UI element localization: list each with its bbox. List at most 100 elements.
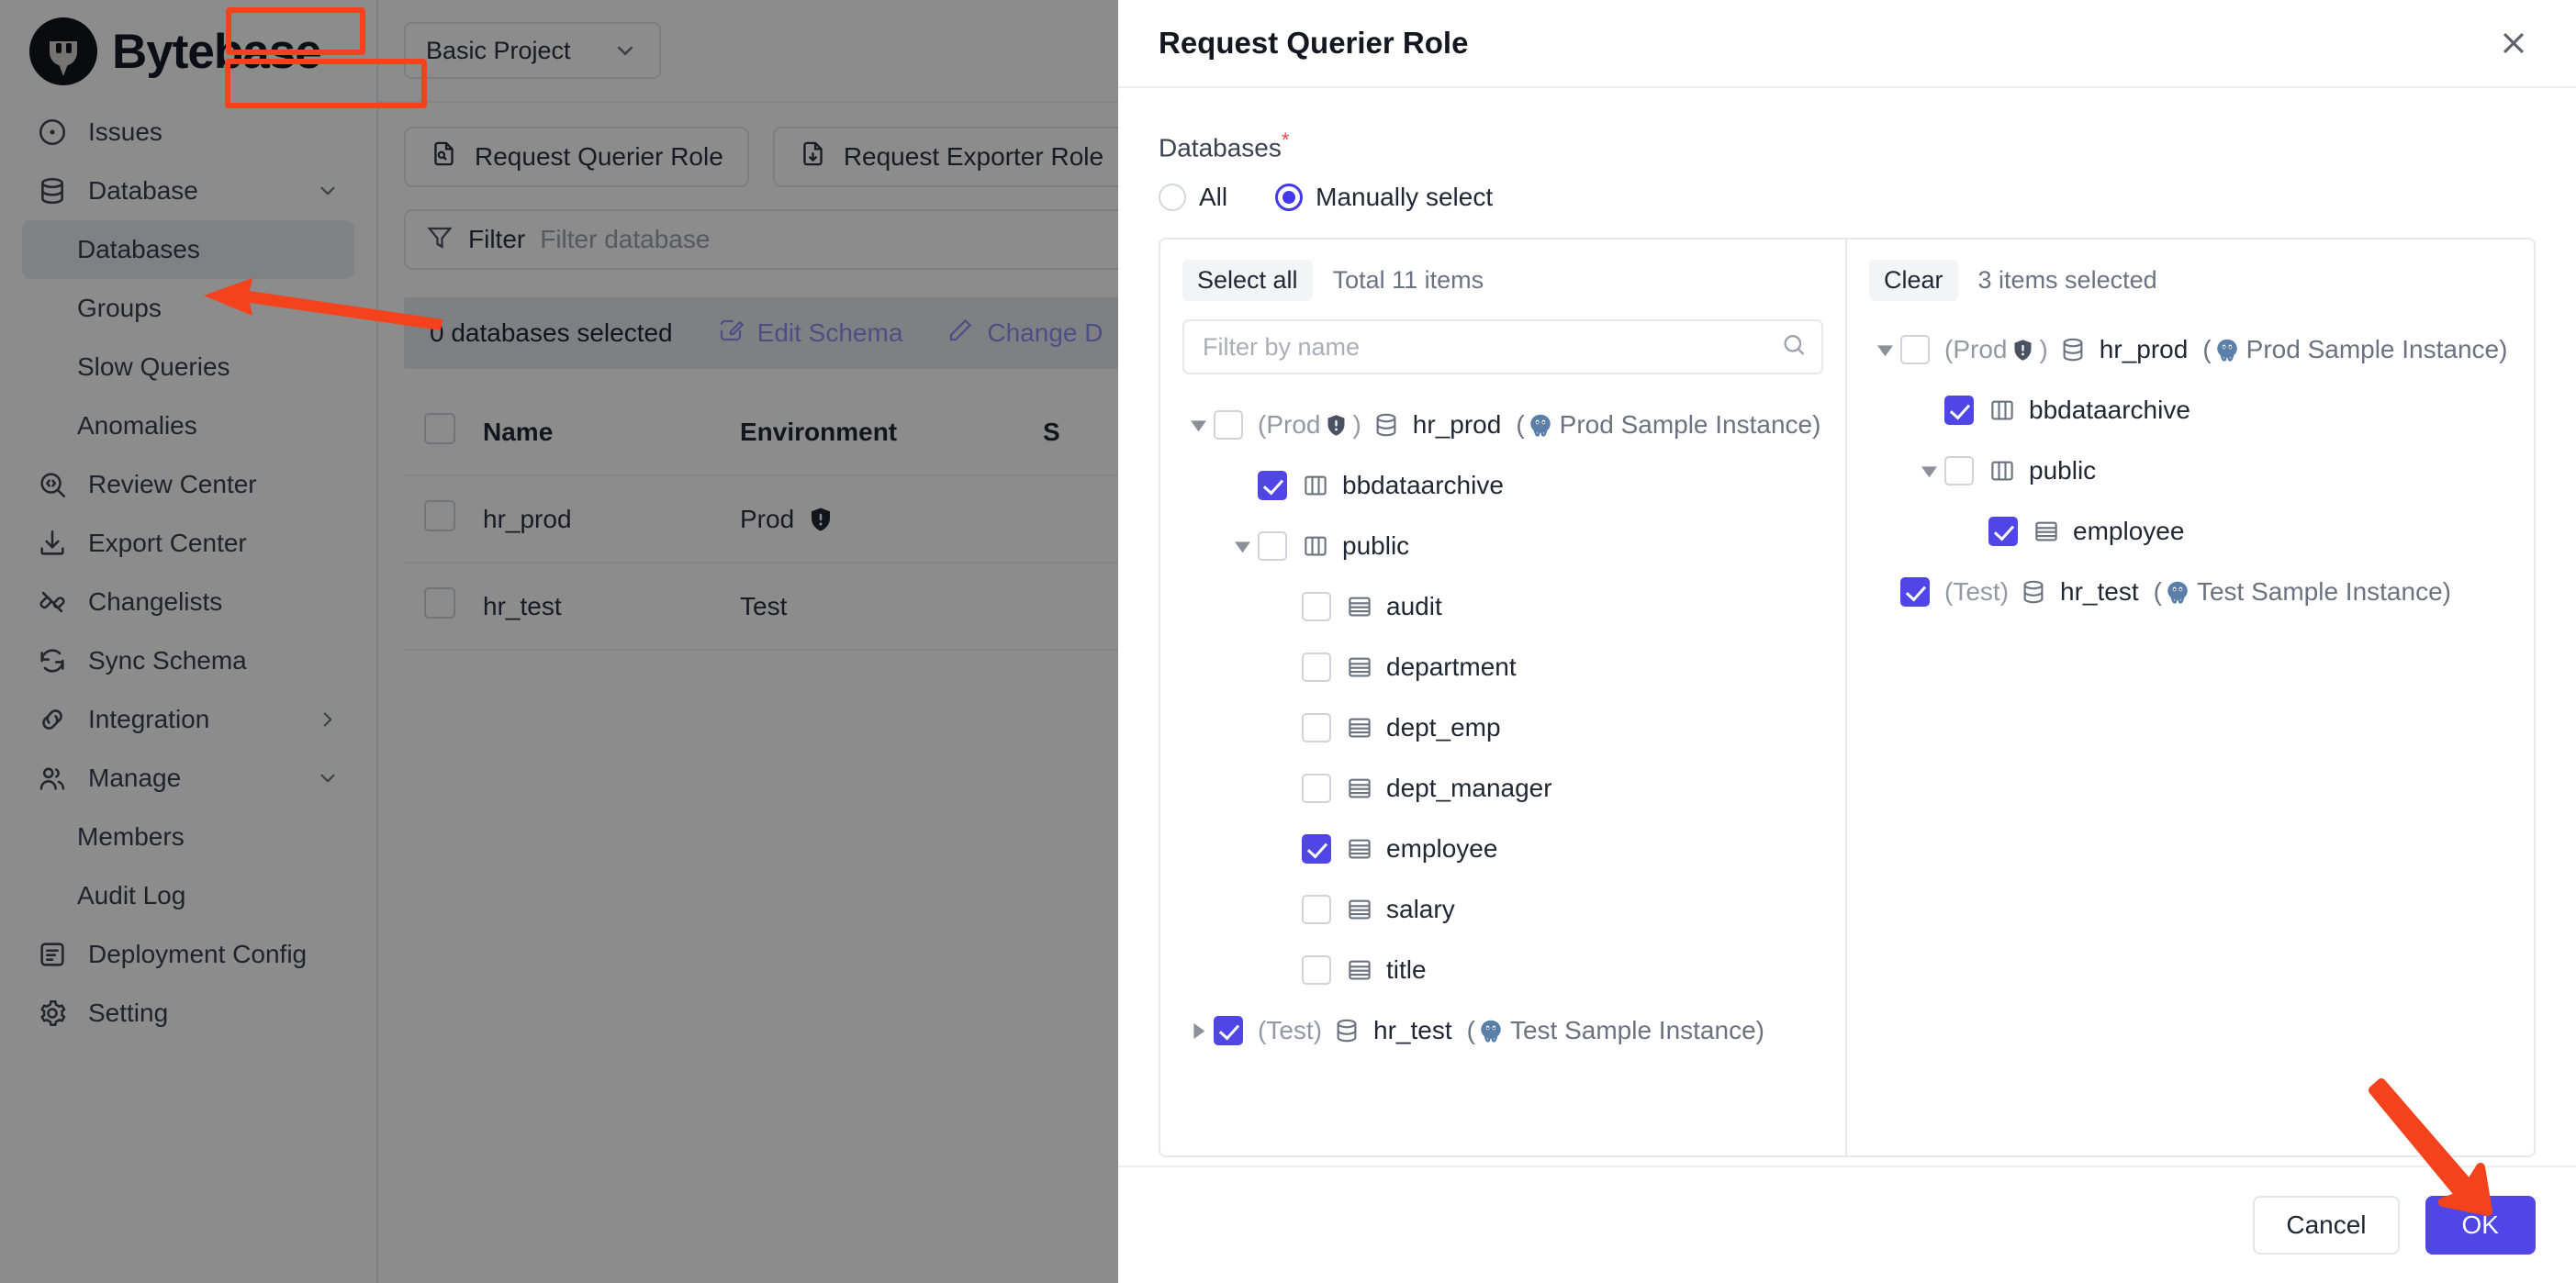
tree-node-checkbox[interactable] xyxy=(1302,895,1331,925)
tree-node-environment: (Prod) xyxy=(1944,335,2048,364)
tree-node[interactable]: (Test) hr_test (Test Sample Instance) xyxy=(1182,1000,1823,1061)
chevron-right-icon[interactable] xyxy=(1182,1022,1214,1039)
tree-node[interactable]: title xyxy=(1182,940,1823,1000)
ok-button[interactable]: OK xyxy=(2425,1196,2536,1255)
tree-node-checkbox[interactable] xyxy=(1258,531,1287,562)
chevron-down-icon[interactable] xyxy=(1226,539,1258,554)
tree-node[interactable]: bbdataarchive xyxy=(1869,380,2512,441)
postgres-icon xyxy=(2164,578,2191,606)
chevron-down-icon[interactable] xyxy=(1869,342,1900,358)
tree-node-label: audit xyxy=(1386,592,1442,621)
tree-node[interactable]: dept_manager xyxy=(1182,758,1823,819)
radio-all-indicator xyxy=(1159,184,1186,212)
databases-field-label: Databases* xyxy=(1159,128,2536,162)
radio-all[interactable]: All xyxy=(1159,183,1227,212)
tree-node[interactable]: bbdataarchive xyxy=(1182,455,1823,516)
tree-node-checkbox[interactable] xyxy=(1302,834,1331,865)
radio-manually-select[interactable]: Manually select xyxy=(1275,183,1493,212)
tree-node[interactable]: department xyxy=(1182,637,1823,697)
tree-node[interactable]: (Test) hr_test (Test Sample Instance) xyxy=(1869,562,2512,622)
dialog-body: Databases* All Manually select Select al… xyxy=(1118,88,2576,1166)
chevron-down-icon[interactable] xyxy=(1182,418,1214,433)
tree-node-label: salary xyxy=(1386,895,1455,924)
tree-node[interactable]: audit xyxy=(1182,576,1823,637)
tree-node-instance: (Prod Sample Instance) xyxy=(2202,335,2508,364)
tree-node-label: hr_test xyxy=(1373,1016,1452,1045)
schema-icon xyxy=(1302,532,1329,560)
tree-node-label: department xyxy=(1386,653,1517,682)
tree-node[interactable]: public xyxy=(1182,516,1823,576)
postgres-icon xyxy=(1527,411,1554,439)
tree-node-checkbox[interactable] xyxy=(1988,517,2018,547)
tree-node-label: public xyxy=(1342,531,1410,561)
tree-node-checkbox[interactable] xyxy=(1302,653,1331,683)
database-icon xyxy=(2020,578,2047,606)
table-icon xyxy=(1346,593,1373,620)
source-search-input[interactable] xyxy=(1182,319,1823,375)
tree-node-checkbox[interactable] xyxy=(1302,774,1331,804)
required-marker: * xyxy=(1281,128,1290,151)
select-all-button[interactable]: Select all xyxy=(1182,260,1313,302)
total-items-label: Total 11 items xyxy=(1332,266,1484,295)
tree-node-environment-label: (Test xyxy=(1944,577,2000,607)
dialog-footer: Cancel OK xyxy=(1118,1166,2576,1283)
target-panel-header: Clear 3 items selected xyxy=(1869,260,2512,302)
schema-icon xyxy=(1988,457,2016,485)
chevron-down-icon[interactable] xyxy=(1913,463,1944,479)
tree-node-checkbox[interactable] xyxy=(1944,396,1974,426)
tree-node-environment-close: ) xyxy=(2039,335,2048,364)
databases-mode-radio-group: All Manually select xyxy=(1159,183,2536,212)
tree-node-instance: (Test Sample Instance) xyxy=(2153,577,2451,607)
tree-node[interactable]: employee xyxy=(1869,501,2512,562)
radio-all-label: All xyxy=(1199,183,1228,212)
schema-icon xyxy=(1302,472,1329,499)
tree-node-environment: (Test) xyxy=(1944,577,2009,607)
tree-node-environment-label: (Test xyxy=(1258,1016,1314,1045)
database-transfer-widget: Select all Total 11 items (Prod)hr_prod(… xyxy=(1159,238,2536,1158)
close-icon[interactable] xyxy=(2490,19,2537,67)
tree-node-environment: (Prod) xyxy=(1258,410,1361,440)
tree-node-label: hr_prod xyxy=(2099,335,2189,364)
tree-node-checkbox[interactable] xyxy=(1258,471,1287,501)
tree-node-checkbox[interactable] xyxy=(1302,592,1331,622)
tree-node-checkbox[interactable] xyxy=(1302,713,1331,743)
tree-node[interactable]: salary xyxy=(1182,879,1823,940)
tree-node-environment-label: (Prod xyxy=(1258,410,1321,440)
tree-node-checkbox[interactable] xyxy=(1302,955,1331,986)
database-icon xyxy=(2059,336,2087,363)
tree-node-checkbox[interactable] xyxy=(1214,410,1243,441)
tree-node[interactable]: dept_emp xyxy=(1182,697,1823,758)
dialog-title: Request Querier Role xyxy=(1159,26,1469,60)
shield-alert-icon xyxy=(1320,413,1352,438)
tree-node-instance: (Test Sample Instance) xyxy=(1466,1016,1764,1045)
postgres-icon xyxy=(1477,1017,1505,1044)
tree-node[interactable]: employee xyxy=(1182,819,1823,879)
tree-node-environment-close: ) xyxy=(1313,1016,1323,1045)
clear-button[interactable]: Clear xyxy=(1869,260,1958,302)
tree-node-label: bbdataarchive xyxy=(2029,396,2190,425)
tree-node-checkbox[interactable] xyxy=(1944,456,1974,486)
tree-node-instance-label: Test Sample Instance xyxy=(2196,577,2443,607)
tree-node[interactable]: public xyxy=(1869,441,2512,501)
table-icon xyxy=(1346,775,1373,802)
database-icon xyxy=(1372,411,1400,439)
tree-node-environment-close: ) xyxy=(1999,577,2010,607)
table-icon xyxy=(1346,896,1373,923)
tree-node[interactable]: (Prod) hr_prod (Prod Sample Instance) xyxy=(1869,319,2512,380)
selected-items-label: 3 items selected xyxy=(1977,266,2157,295)
tree-node[interactable]: (Prod) hr_prod (Prod Sample Instance) xyxy=(1182,395,1823,455)
tree-node-checkbox[interactable] xyxy=(1900,577,1930,608)
tree-node-instance-label: Test Sample Instance xyxy=(1509,1016,1756,1045)
shield-alert-icon xyxy=(2007,338,2039,363)
tree-node-label: employee xyxy=(1386,834,1498,864)
table-icon xyxy=(1346,714,1373,742)
transfer-target-panel: Clear 3 items selected (Prod) hr_prod(Pro… xyxy=(1847,240,2534,1155)
tree-node-label: bbdataarchive xyxy=(1342,471,1504,500)
tree-node-checkbox[interactable] xyxy=(1900,335,1930,365)
tree-node-instance-label: Prod Sample Instance xyxy=(1559,410,1813,440)
cancel-button[interactable]: Cancel xyxy=(2253,1196,2400,1255)
tree-node-checkbox[interactable] xyxy=(1214,1016,1243,1046)
target-tree: (Prod) hr_prod (Prod Sample Instance) bbdat… xyxy=(1869,319,2512,1135)
tree-node-label: hr_test xyxy=(2060,577,2139,607)
table-icon xyxy=(1346,835,1373,863)
